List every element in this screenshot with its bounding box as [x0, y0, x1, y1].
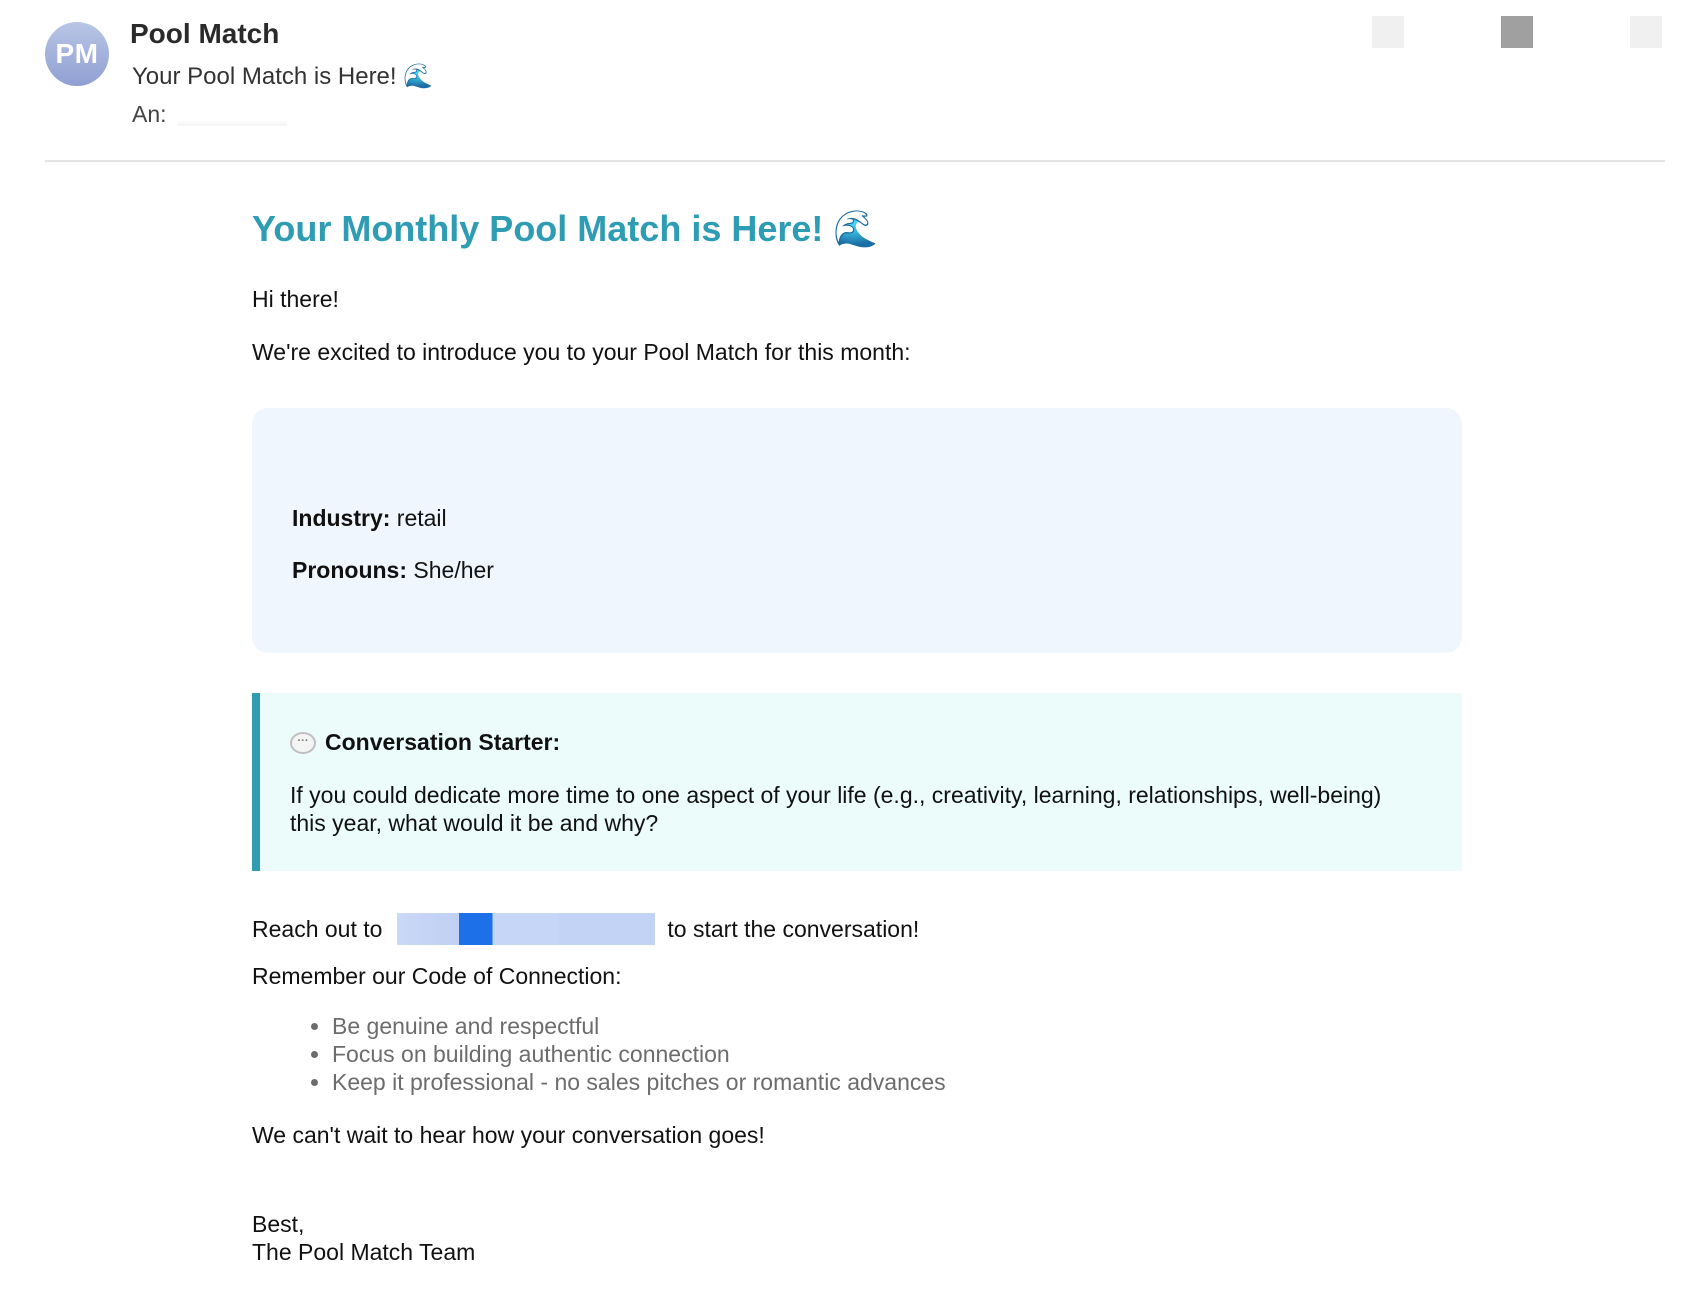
email-header: PM Pool Match Your Pool Match is Here! 🌊…	[45, 0, 1665, 162]
speech-bubble-icon: ···	[290, 731, 316, 754]
recipient-line: An:	[132, 101, 287, 128]
match-card: Industry: retail Pronouns: She/her	[252, 408, 1462, 653]
signoff-greeting: Best,	[252, 1211, 305, 1237]
reply-button[interactable]	[1372, 16, 1404, 48]
industry-value: retail	[396, 505, 447, 531]
pronouns-row: Pronouns: She/her	[292, 557, 494, 584]
pronouns-value: She/her	[413, 557, 494, 583]
industry-row: Industry: retail	[292, 505, 447, 532]
reach-suffix: to start the conversation!	[667, 915, 920, 942]
list-item: Focus on building authentic connection	[332, 1040, 946, 1068]
sender-name[interactable]: Pool Match	[130, 18, 279, 50]
pronouns-label: Pronouns:	[292, 557, 407, 583]
greeting: Hi there!	[252, 286, 339, 312]
recipient-label: An:	[132, 101, 167, 127]
signoff-team: The Pool Match Team	[252, 1239, 476, 1265]
intro-text: We're excited to introduce you to your P…	[252, 339, 911, 365]
email-body: Your Monthly Pool Match is Here! 🌊 Hi th…	[252, 200, 1462, 1265]
reach-out-line: Reach out to to start the conversation!	[252, 912, 919, 946]
reach-prefix: Reach out to	[252, 915, 383, 942]
conversation-starter-box: ··· Conversation Starter: If you could d…	[252, 693, 1462, 871]
code-of-connection-list: Be genuine and respectful Focus on build…	[252, 1012, 946, 1096]
forward-button[interactable]	[1501, 16, 1533, 48]
recipient-value-redacted[interactable]	[176, 105, 287, 126]
conversation-starter-text: If you could dedicate more time to one a…	[290, 782, 1382, 836]
closing-text: We can't wait to hear how your conversat…	[252, 1122, 765, 1148]
avatar[interactable]: PM	[45, 22, 109, 86]
conversation-starter-heading: ··· Conversation Starter:	[290, 729, 560, 756]
email-title: Your Monthly Pool Match is Here! 🌊	[252, 208, 879, 249]
conversation-starter-label: Conversation Starter:	[325, 729, 561, 755]
list-item: Be genuine and respectful	[332, 1012, 946, 1040]
code-intro: Remember our Code of Connection:	[252, 963, 622, 989]
list-item: Keep it professional - no sales pitches …	[332, 1068, 946, 1096]
match-email-link-redacted[interactable]	[397, 913, 656, 945]
industry-label: Industry:	[292, 505, 391, 531]
email-subject: Your Pool Match is Here! 🌊	[132, 63, 434, 90]
more-actions-button[interactable]	[1630, 16, 1662, 48]
signoff: Best, The Pool Match Team	[252, 1210, 475, 1266]
